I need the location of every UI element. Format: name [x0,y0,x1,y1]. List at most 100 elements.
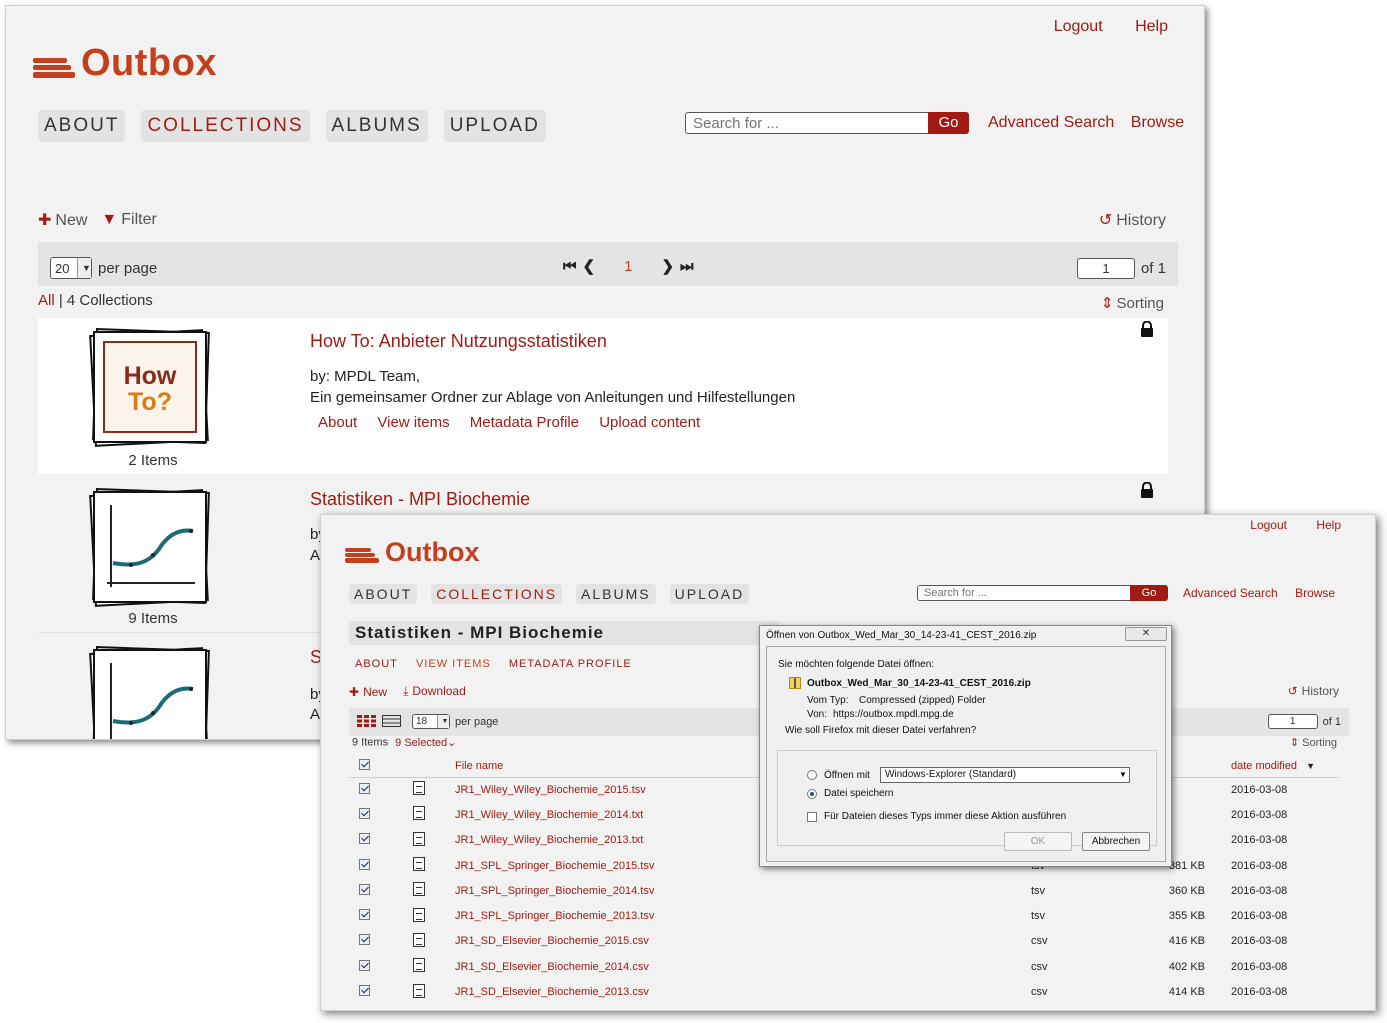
file-name-link[interactable]: JR1_Wiley_Wiley_Biochemie_2015.tsv [455,784,646,796]
collection-description: A [310,547,321,564]
nav-about[interactable]: ABOUT [38,110,126,142]
collection-title[interactable]: Statistiken - MPI Biochemie [310,489,530,510]
first-page-icon[interactable]: ⏮ [563,258,577,275]
page-input[interactable]: 1 [1267,714,1318,729]
save-file-radio[interactable] [807,788,817,799]
nav-albums[interactable]: ALBUMS [576,584,656,604]
collection-title[interactable]: How To: Anbieter Nutzungsstatistiken [310,331,607,352]
file-name-link[interactable]: JR1_SPL_Springer_Biochemie_2014.tsv [455,885,654,897]
row-checkbox[interactable] [349,979,381,1004]
all-link[interactable]: All [38,292,55,309]
file-name-link[interactable]: JR1_Wiley_Wiley_Biochemie_2013.txt [455,834,643,846]
page-input[interactable]: 1 [1076,258,1135,279]
logout-link[interactable]: Logout [1250,518,1287,532]
history-button[interactable]: ↺ History [1288,684,1339,698]
outbox-logo[interactable]: Outbox [345,537,480,568]
row-checkbox[interactable] [349,828,381,853]
help-link[interactable]: Help [1316,518,1341,532]
view-items-link[interactable]: View items [377,414,449,431]
download-button[interactable]: ⤓ Download [403,684,466,699]
selected-count-text: 9 Selected [395,736,448,749]
per-page-select[interactable]: 20 ▼ [50,257,92,279]
row-checkbox[interactable] [349,878,381,903]
cancel-button[interactable]: Abbrechen [1082,832,1150,851]
advanced-search-link[interactable]: Advanced Search [1183,586,1278,600]
advanced-search-link[interactable]: Advanced Search [988,114,1114,131]
nav-collections[interactable]: COLLECTIONS [141,110,310,142]
file-name-link[interactable]: JR1_SD_Elsevier_Biochemie_2013.csv [455,986,649,998]
ok-button[interactable]: OK [1004,832,1072,851]
file-icon [381,777,451,802]
upload-content-link[interactable]: Upload content [599,414,700,431]
select-all-checkbox[interactable] [349,755,381,777]
close-icon[interactable]: ✕ [1125,627,1167,641]
search-input[interactable] [685,112,928,134]
nav-about[interactable]: ABOUT [349,584,418,604]
subnav-view-items[interactable]: VIEW ITEMS [416,658,491,670]
help-link[interactable]: Help [1135,18,1168,35]
new-button[interactable]: ✚ New [38,210,87,230]
search-links: Advanced Search Browse [988,114,1196,132]
browse-link[interactable]: Browse [1131,114,1184,131]
always-checkbox[interactable] [807,811,817,822]
file-name-link[interactable]: JR1_SD_Elsevier_Biochemie_2014.csv [455,961,649,973]
search-go-button[interactable]: Go [928,112,969,134]
collection-thumbnail[interactable] [89,646,210,739]
collection-thumbnail[interactable] [89,488,210,607]
subnav-metadata-profile[interactable]: METADATA PROFILE [509,658,632,670]
collection-thumbnail[interactable]: How To? [89,328,210,447]
open-with-option[interactable]: Öffnen mit Windows-Explorer (Standard) ▼ [807,767,1130,783]
sort-icon: ⇕ [1289,737,1300,749]
table-row[interactable]: JR1_SPL_Springer_Biochemie_2013.tsv tsv 35… [349,903,1339,928]
search-go-button[interactable]: Go [1130,585,1168,601]
selected-count-link[interactable]: 9 Selected ⌄ [395,736,456,750]
nav-albums[interactable]: ALBUMS [325,110,428,142]
browse-link[interactable]: Browse [1295,586,1335,600]
open-with-radio[interactable] [807,770,817,780]
file-name-link[interactable]: JR1_SPL_Springer_Biochemie_2015.tsv [455,860,654,872]
subnav-about[interactable]: ABOUT [355,658,398,670]
table-row[interactable]: JR1_SD_Elsevier_Biochemie_2014.csv csv 402… [349,954,1339,979]
always-option[interactable]: Für Dateien dieses Typs immer diese Akti… [807,811,1066,822]
current-page[interactable]: 1 [624,258,632,275]
date-modified-header[interactable]: date modified ▼ [1231,755,1339,777]
file-name-link[interactable]: JR1_Wiley_Wiley_Biochemie_2014.txt [455,809,643,821]
outbox-logo[interactable]: Outbox [33,42,217,85]
table-row[interactable]: JR1_SD_Elsevier_Biochemie_2015.csv csv 416… [349,929,1339,954]
save-file-option[interactable]: Datei speichern [807,788,893,799]
new-label: New [55,212,88,229]
nav-upload[interactable]: UPLOAD [443,110,546,142]
view-switch [357,715,402,727]
logout-link[interactable]: Logout [1054,18,1103,35]
metadata-profile-link[interactable]: Metadata Profile [470,414,579,431]
table-row[interactable]: JR1_SPL_Springer_Biochemie_2014.tsv tsv 36… [349,878,1339,903]
filter-button[interactable]: ▼ Filter [101,211,156,229]
row-checkbox[interactable] [349,903,381,928]
sorting-button[interactable]: ⇕ Sorting [1290,736,1337,749]
row-checkbox[interactable] [349,929,381,954]
list-view-icon[interactable] [382,715,402,727]
page-of-label: of 1 [1322,715,1341,728]
prev-page-icon[interactable]: ❮ [583,257,596,275]
collection-actions: About View items Metadata Profile Upload… [318,414,716,431]
table-row[interactable]: JR1_SD_Elsevier_Biochemie_2013.csv csv 414… [349,979,1339,1004]
about-link[interactable]: About [318,414,357,431]
row-checkbox[interactable] [349,802,381,827]
file-name-link[interactable]: JR1_SD_Elsevier_Biochemie_2015.csv [455,935,649,947]
grid-view-icon[interactable] [357,715,377,727]
row-checkbox[interactable] [349,954,381,979]
history-button[interactable]: ↺ History [1099,210,1166,230]
nav-collections[interactable]: COLLECTIONS [431,584,563,604]
row-checkbox[interactable] [349,853,381,878]
new-button[interactable]: ✚ New [349,685,387,699]
nav-upload[interactable]: UPLOAD [669,584,750,604]
row-checkbox[interactable] [349,777,381,802]
file-name-link[interactable]: JR1_SPL_Springer_Biochemie_2013.tsv [455,910,654,922]
next-page-icon[interactable]: ❯ [661,257,674,275]
sorting-button[interactable]: ⇕ Sorting [1101,294,1164,312]
per-page-select[interactable]: 18 ▼ [412,714,450,729]
last-page-icon[interactable]: ⏭ [680,258,694,275]
search-input[interactable] [917,585,1130,601]
thumb-text-how: How [123,362,177,390]
open-with-select[interactable]: Windows-Explorer (Standard) ▼ [879,767,1130,783]
